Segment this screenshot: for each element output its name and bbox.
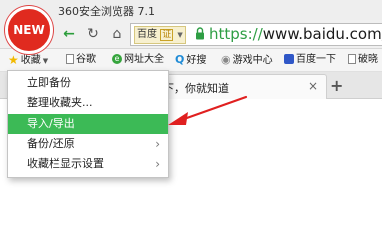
tab-title: 下，你就知道 — [163, 82, 229, 95]
new-tab-button[interactable]: + — [330, 76, 343, 95]
home-icon[interactable]: ⌂ — [108, 25, 126, 43]
title-bar: 360安全浏览器 7.1 — [0, 0, 382, 20]
bookmark-label: 百度一下 — [296, 54, 336, 65]
bookmark-label: 网址大全 — [124, 54, 164, 65]
back-icon[interactable]: ← — [60, 25, 78, 43]
chevron-down-icon: ▼ — [42, 57, 49, 65]
annotation-arrow — [168, 95, 248, 125]
gamepad-icon: ◉ — [221, 53, 231, 66]
bookmark-item[interactable]: 百度一下 — [284, 53, 336, 67]
menu-item-label: 备份/还原 — [27, 137, 75, 150]
logo-badge[interactable]: NEW — [5, 6, 53, 54]
bookmark-item[interactable]: 谷歌 — [66, 53, 96, 67]
engine-label: 百度 — [137, 29, 157, 40]
bookmark-label: 谷歌 — [76, 54, 96, 65]
globe-icon: e — [112, 54, 122, 64]
search-q-icon: Q — [175, 53, 185, 66]
menu-item-import-export[interactable]: 导入/导出 — [8, 114, 168, 134]
menu-item-favorites-bar-settings[interactable]: 收藏栏显示设置 › — [8, 154, 168, 174]
menu-item-label: 收藏栏显示设置 — [27, 157, 104, 170]
doc-icon — [348, 54, 356, 64]
browser-window: 360安全浏览器 7.1 NEW ← ↻ ⌂ 百度 证 ▼ https://ww… — [0, 0, 382, 252]
url-text[interactable]: https://www.baidu.com/ — [209, 25, 382, 43]
doc-icon — [66, 54, 74, 64]
star-icon: ★ — [8, 53, 19, 67]
bookmark-item[interactable]: e 网址大全 — [112, 53, 164, 67]
app-title: 360安全浏览器 7.1 — [58, 5, 155, 18]
navigation-bar: ← ↻ ⌂ 百度 证 ▼ https://www.baidu.com/ — [0, 20, 382, 49]
favorites-label: 收藏 — [20, 55, 41, 66]
bookmark-item[interactable]: 破晓 — [348, 53, 378, 67]
bookmark-label: 破晓 — [358, 54, 378, 65]
logo-text: NEW — [13, 23, 45, 37]
bookmark-label: 游戏中心 — [232, 55, 273, 66]
search-engine-selector[interactable]: 百度 证 ▼ — [134, 26, 186, 44]
menu-item-label: 立即备份 — [27, 76, 71, 89]
favorites-menu: 立即备份 整理收藏夹... 导入/导出 备份/还原 › 收藏栏显示设置 › — [7, 70, 169, 178]
menu-item-label: 导入/导出 — [27, 117, 75, 130]
chevron-right-icon: › — [155, 137, 160, 151]
bookmark-label: 好搜 — [186, 55, 207, 66]
url-scheme: https:// — [209, 25, 263, 43]
close-icon[interactable]: × — [308, 79, 318, 93]
verified-badge: 证 — [160, 29, 174, 41]
baidu-paw-icon — [284, 54, 294, 64]
address-bar[interactable]: 百度 证 ▼ https://www.baidu.com/ — [130, 23, 382, 46]
menu-item-label: 整理收藏夹... — [27, 96, 93, 109]
chevron-down-icon[interactable]: ▼ — [177, 31, 182, 39]
bookmark-item[interactable]: Q 好搜 — [175, 53, 206, 67]
bookmark-bar: ★ 收藏 ▼ 谷歌 e 网址大全 Q 好搜 ◉ 游戏中心 百度一下 破晓 — [0, 49, 382, 72]
menu-item-organize-favorites[interactable]: 整理收藏夹... — [8, 93, 168, 113]
menu-item-backup-now[interactable]: 立即备份 — [8, 73, 168, 93]
url-host: www.baidu.com/ — [262, 25, 382, 43]
bookmark-item[interactable]: ◉ 游戏中心 — [221, 53, 273, 67]
menu-item-backup-restore[interactable]: 备份/还原 › — [8, 134, 168, 154]
refresh-icon[interactable]: ↻ — [84, 25, 102, 43]
favorites-button[interactable]: ★ 收藏 ▼ — [8, 53, 48, 67]
lock-icon — [196, 27, 204, 40]
chevron-right-icon: › — [155, 157, 160, 171]
